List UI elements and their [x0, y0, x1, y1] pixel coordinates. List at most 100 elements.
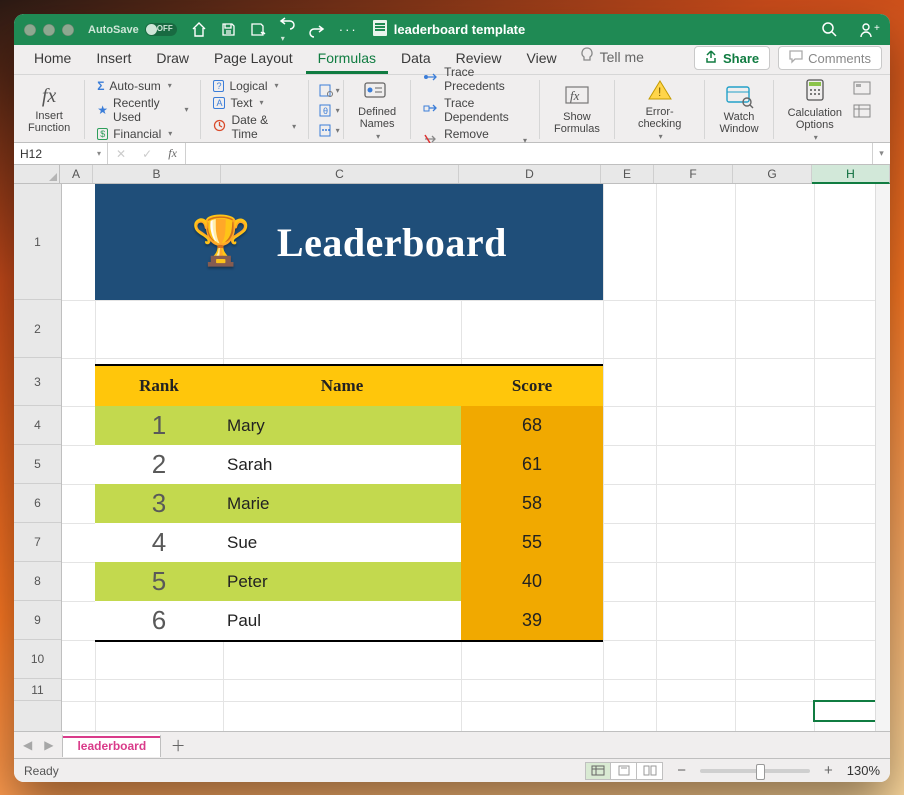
th-rank: Rank	[95, 366, 223, 406]
autosave-switch[interactable]: OFF	[145, 23, 177, 36]
cell-rank: 5	[95, 562, 223, 601]
cancel-formula-icon[interactable]: ✕	[116, 147, 126, 161]
worksheet-grid[interactable]: 1234567891011 🏆LeaderboardRankNameScore1…	[14, 184, 890, 731]
sheet-tab-leaderboard[interactable]: leaderboard	[62, 734, 161, 757]
col-header-A[interactable]: A	[60, 165, 93, 183]
calculation-options-button[interactable]: Calculation Options▾	[784, 76, 846, 144]
normal-view-button[interactable]	[585, 762, 611, 780]
money-icon: $	[97, 128, 108, 140]
logical-button[interactable]: ?Logical▾	[211, 78, 298, 94]
watch-window-button[interactable]: Watch Window	[715, 82, 762, 137]
logical-icon: ?	[213, 80, 224, 92]
tab-page-layout[interactable]: Page Layout	[202, 44, 305, 74]
col-header-H[interactable]: H	[812, 165, 890, 184]
cell-name: Sue	[223, 523, 461, 562]
row-header-10[interactable]: 10	[14, 640, 61, 679]
tab-formulas[interactable]: Formulas	[306, 44, 388, 74]
svg-text:!: !	[658, 85, 661, 99]
enter-formula-icon[interactable]: ✓	[142, 147, 152, 161]
col-header-G[interactable]: G	[733, 165, 812, 183]
table-row[interactable]: 6Paul39	[95, 601, 603, 640]
table-row[interactable]: 5Peter40	[95, 562, 603, 601]
table-row[interactable]: 3Marie58	[95, 484, 603, 523]
show-formulas-icon: fx	[564, 84, 590, 109]
trace-dependents-button[interactable]: Trace Dependents	[421, 95, 529, 125]
share-button[interactable]: Share	[694, 46, 770, 70]
leaderboard-banner: 🏆Leaderboard	[95, 184, 603, 300]
error-checking-button[interactable]: ! Error-checking▾	[625, 77, 695, 143]
cell-name: Marie	[223, 484, 461, 523]
cell-score: 55	[461, 523, 603, 562]
col-header-B[interactable]: B	[93, 165, 221, 183]
math-button[interactable]: θ▾	[319, 102, 339, 119]
formula-input[interactable]	[186, 143, 872, 164]
text-button[interactable]: AText▾	[211, 95, 298, 111]
table-row[interactable]: 2Sarah61	[95, 445, 603, 484]
row-header-2[interactable]: 2	[14, 300, 61, 358]
col-header-D[interactable]: D	[459, 165, 601, 183]
insert-function-button[interactable]: fx Insert Function	[24, 83, 74, 136]
tab-insert[interactable]: Insert	[84, 44, 143, 74]
home-icon[interactable]	[191, 22, 207, 37]
cell-rank: 2	[95, 445, 223, 484]
tab-home[interactable]: Home	[22, 44, 83, 74]
table-row[interactable]: 4Sue55	[95, 523, 603, 562]
autosave-toggle[interactable]: AutoSave OFF	[88, 23, 177, 36]
row-header-4[interactable]: 4	[14, 406, 61, 445]
more-icon[interactable]: ···	[339, 22, 358, 37]
add-sheet-button[interactable]: ＋	[167, 735, 189, 755]
search-icon[interactable]	[821, 21, 838, 38]
save-icon[interactable]	[221, 22, 236, 37]
sheet-nav-next[interactable]: ▶	[41, 738, 56, 752]
fx-icon[interactable]: fx	[168, 146, 177, 161]
calc-sheet-button[interactable]	[852, 103, 872, 120]
undo-icon[interactable]: ▾	[279, 15, 296, 44]
row-header-8[interactable]: 8	[14, 562, 61, 601]
cell-score: 39	[461, 601, 603, 640]
expand-formula-bar[interactable]: ▾	[872, 143, 890, 164]
recently-used-button[interactable]: ★Recently Used▾	[95, 95, 190, 125]
row-headers: 1234567891011	[14, 184, 62, 731]
lookup-button[interactable]: ▾	[319, 82, 339, 99]
row-header-5[interactable]: 5	[14, 445, 61, 484]
defined-names-button[interactable]: Defined Names▾	[354, 77, 400, 143]
comments-button[interactable]: Comments	[778, 46, 882, 70]
select-all-corner[interactable]	[14, 165, 60, 183]
row-header-3[interactable]: 3	[14, 358, 61, 406]
banner-title: Leaderboard	[277, 219, 507, 266]
row-header-6[interactable]: 6	[14, 484, 61, 523]
document-title: leaderboard template	[372, 19, 526, 40]
vertical-scrollbar[interactable]	[875, 184, 890, 731]
tab-draw[interactable]: Draw	[144, 44, 201, 74]
page-break-view-button[interactable]	[637, 762, 663, 780]
close-window-button[interactable]	[24, 24, 36, 36]
col-header-C[interactable]: C	[221, 165, 459, 183]
name-box[interactable]: H12▾	[14, 143, 108, 164]
zoom-out-button[interactable]: −	[673, 762, 690, 779]
row-header-9[interactable]: 9	[14, 601, 61, 640]
zoom-window-button[interactable]	[62, 24, 74, 36]
calc-now-button[interactable]	[852, 80, 872, 97]
row-header-11[interactable]: 11	[14, 679, 61, 701]
coauthor-icon[interactable]: +	[860, 22, 880, 38]
page-layout-view-button[interactable]	[611, 762, 637, 780]
save-alt-icon[interactable]	[250, 22, 265, 37]
sheet-nav-prev[interactable]: ◀	[20, 738, 35, 752]
col-header-F[interactable]: F	[654, 165, 733, 183]
col-header-E[interactable]: E	[601, 165, 654, 183]
row-header-1[interactable]: 1	[14, 184, 61, 300]
trace-precedents-button[interactable]: Trace Precedents	[421, 64, 529, 94]
minimize-window-button[interactable]	[43, 24, 55, 36]
fx-icon: fx	[42, 85, 56, 108]
date-time-button[interactable]: Date & Time▾	[211, 112, 298, 142]
show-formulas-button[interactable]: fx Show Formulas	[550, 82, 604, 137]
table-row[interactable]: 1Mary68	[95, 406, 603, 445]
redo-icon[interactable]	[310, 23, 325, 37]
auto-sum-button[interactable]: ΣAuto-sum▾	[95, 78, 190, 94]
financial-button[interactable]: $Financial▾	[95, 126, 190, 142]
more-functions-button[interactable]: ▾	[319, 122, 339, 139]
row-header-7[interactable]: 7	[14, 523, 61, 562]
tell-me[interactable]: Tell me	[570, 41, 654, 74]
zoom-in-button[interactable]: +	[820, 762, 837, 779]
zoom-slider[interactable]	[700, 769, 810, 773]
